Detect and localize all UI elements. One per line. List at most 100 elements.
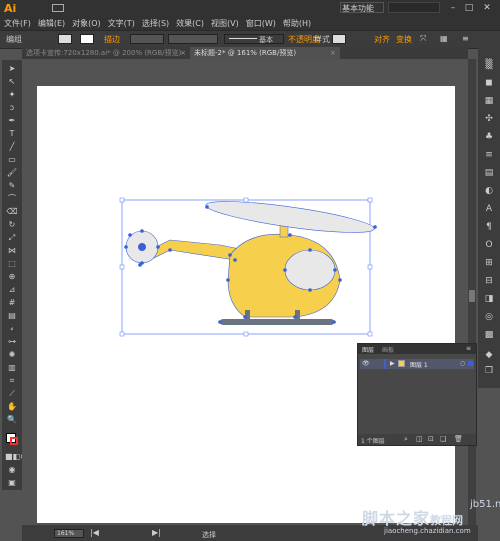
gradient-panel-icon[interactable]: ▤ <box>482 168 496 178</box>
symbol-sprayer-tool-icon[interactable]: ✺ <box>5 350 19 360</box>
selection-tool-icon[interactable]: ➤ <box>5 64 19 74</box>
transparency-panel-icon[interactable]: ◐ <box>482 186 496 196</box>
type-tool-icon[interactable]: T <box>5 129 19 139</box>
fill-swatch[interactable] <box>58 34 72 44</box>
menu-view[interactable]: 视图(V) <box>211 18 239 29</box>
zoom-tool-icon[interactable]: 🔍 <box>5 415 19 425</box>
stroke-swatch[interactable] <box>80 34 94 44</box>
delete-layer-icon[interactable]: 🗑 <box>454 435 463 443</box>
tab-layers[interactable]: 图层 <box>362 345 374 354</box>
swatches-panel-icon[interactable]: ▦ <box>482 96 496 106</box>
target-icon[interactable]: ○ <box>460 360 465 367</box>
new-sublayer-icon[interactable]: ⊡ <box>428 435 434 443</box>
style-swatch[interactable] <box>332 34 346 44</box>
close-button[interactable]: ✕ <box>480 2 494 14</box>
draw-mode-icon[interactable]: ◉ <box>5 465 19 475</box>
maximize-button[interactable]: □ <box>462 2 476 14</box>
menu-window[interactable]: 窗口(W) <box>246 18 276 29</box>
locate-object-icon[interactable]: ⌕ <box>404 435 408 444</box>
new-layer-icon[interactable]: ❑ <box>440 435 446 443</box>
panel-menu-icon[interactable]: ≡ <box>462 34 469 43</box>
eyedropper-tool-icon[interactable]: ⸗ <box>5 324 19 334</box>
stroke-panel-icon[interactable]: ≡ <box>482 150 496 160</box>
graphic-styles-panel-icon[interactable]: ▩ <box>482 330 496 340</box>
menu-file[interactable]: 文件(F) <box>4 18 31 29</box>
layer-row[interactable]: 👁 ▶ 图层 1 ○ <box>360 359 474 369</box>
color-panel-icon[interactable]: ▒ <box>482 60 496 70</box>
isolate-icon[interactable]: ⤧ <box>420 34 426 44</box>
paragraph-panel-icon[interactable]: ¶ <box>482 222 496 232</box>
hand-tool-icon[interactable]: ✋ <box>5 402 19 412</box>
free-transform-tool-icon[interactable]: ⬚ <box>5 259 19 269</box>
tab-document-1[interactable]: 选项卡宣传:720x1280.ai* @ 200% (RGB/预览) × <box>22 47 190 59</box>
tab-document-2[interactable]: 未标题-2* @ 161% (RGB/预览) × <box>190 47 340 59</box>
stroke-weight-field[interactable] <box>130 34 164 44</box>
nav-last-icon[interactable]: ▶| <box>152 528 161 537</box>
arrange-icon[interactable]: ▦ <box>440 34 448 43</box>
transform-link[interactable]: 变换 <box>396 34 412 45</box>
width-tool-icon[interactable]: ⋈ <box>5 246 19 256</box>
menu-type[interactable]: 文字(T) <box>108 18 135 29</box>
color-mode-icon[interactable]: ■◧⊘ <box>5 452 27 462</box>
helicopter-artwork[interactable] <box>110 195 380 345</box>
perspective-grid-tool-icon[interactable]: ⊿ <box>5 285 19 295</box>
menu-help[interactable]: 帮助(H) <box>283 18 311 29</box>
pen-tool-icon[interactable]: ✒ <box>5 116 19 126</box>
character-panel-icon[interactable]: A <box>482 204 496 214</box>
selection-indicator <box>468 361 473 366</box>
variable-width-dropdown[interactable] <box>168 34 218 44</box>
scrollbar-thumb[interactable] <box>469 290 475 302</box>
menu-edit[interactable]: 编辑(E) <box>38 18 65 29</box>
direct-selection-tool-icon[interactable]: ↖ <box>5 77 19 87</box>
tab-artboards[interactable]: 画板 <box>382 345 394 354</box>
color-guide-icon[interactable]: ◼ <box>482 78 496 88</box>
brush-dropdown[interactable]: 基本 <box>224 34 284 44</box>
symbols-panel-icon[interactable]: ♣ <box>482 132 496 142</box>
paintbrush-tool-icon[interactable]: 🖌 <box>5 168 19 178</box>
appearance-panel-icon[interactable]: ◎ <box>482 312 496 322</box>
mesh-tool-icon[interactable]: # <box>5 298 19 308</box>
expand-triangle-icon[interactable]: ▶ <box>390 360 395 367</box>
transform-panel-icon[interactable]: ⊞ <box>482 258 496 268</box>
align-link[interactable]: 对齐 <box>374 34 390 45</box>
gradient-tool-icon[interactable]: ▤ <box>5 311 19 321</box>
brushes-panel-icon[interactable]: ✣ <box>482 114 496 124</box>
fill-stroke-icon[interactable] <box>5 432 19 446</box>
screen-mode-icon[interactable]: ▣ <box>5 478 19 488</box>
layers-panel-icon[interactable]: ◆ <box>482 350 496 360</box>
panel-menu-icon[interactable]: ≡ <box>466 345 471 352</box>
lasso-tool-icon[interactable]: ↄ <box>5 103 19 113</box>
blob-brush-tool-icon[interactable]: ⌒ <box>5 194 19 204</box>
bridge-icon[interactable] <box>52 4 64 12</box>
menu-select[interactable]: 选择(S) <box>142 18 169 29</box>
search-input[interactable] <box>388 2 440 13</box>
tab-label: 未标题-2* @ 161% (RGB/预览) <box>194 49 297 57</box>
eraser-tool-icon[interactable]: ⌫ <box>5 207 19 217</box>
line-tool-icon[interactable]: ╱ <box>5 142 19 152</box>
slice-tool-icon[interactable]: ⟋ <box>5 389 19 399</box>
layer-name[interactable]: 图层 1 <box>410 360 428 369</box>
opentype-panel-icon[interactable]: O <box>482 240 496 250</box>
column-graph-tool-icon[interactable]: ▥ <box>5 363 19 373</box>
artboard-tool-icon[interactable]: ⌗ <box>5 376 19 386</box>
menu-object[interactable]: 对象(O) <box>72 18 101 29</box>
rotate-tool-icon[interactable]: ↻ <box>5 220 19 230</box>
stroke-link[interactable]: 描边 <box>104 34 120 45</box>
blend-tool-icon[interactable]: ⊶ <box>5 337 19 347</box>
align-panel-icon[interactable]: ⊟ <box>482 276 496 286</box>
close-icon[interactable]: × <box>330 47 336 59</box>
scale-tool-icon[interactable]: ⤢ <box>5 233 19 243</box>
shape-builder-tool-icon[interactable]: ⊕ <box>5 272 19 282</box>
rectangle-tool-icon[interactable]: ▭ <box>5 155 19 165</box>
artboards-panel-icon[interactable]: ❐ <box>482 366 496 376</box>
pencil-tool-icon[interactable]: ✎ <box>5 181 19 191</box>
eye-icon[interactable]: 👁 <box>362 360 370 367</box>
nav-first-icon[interactable]: |◀ <box>90 528 99 537</box>
magic-wand-tool-icon[interactable]: ✦ <box>5 90 19 100</box>
pathfinder-panel-icon[interactable]: ◨ <box>482 294 496 304</box>
minimize-button[interactable]: – <box>446 2 460 14</box>
close-icon[interactable]: × <box>180 47 186 59</box>
clipping-mask-icon[interactable]: ◫ <box>416 435 423 443</box>
zoom-field[interactable]: 161% <box>54 529 84 538</box>
menu-effect[interactable]: 效果(C) <box>176 18 204 29</box>
